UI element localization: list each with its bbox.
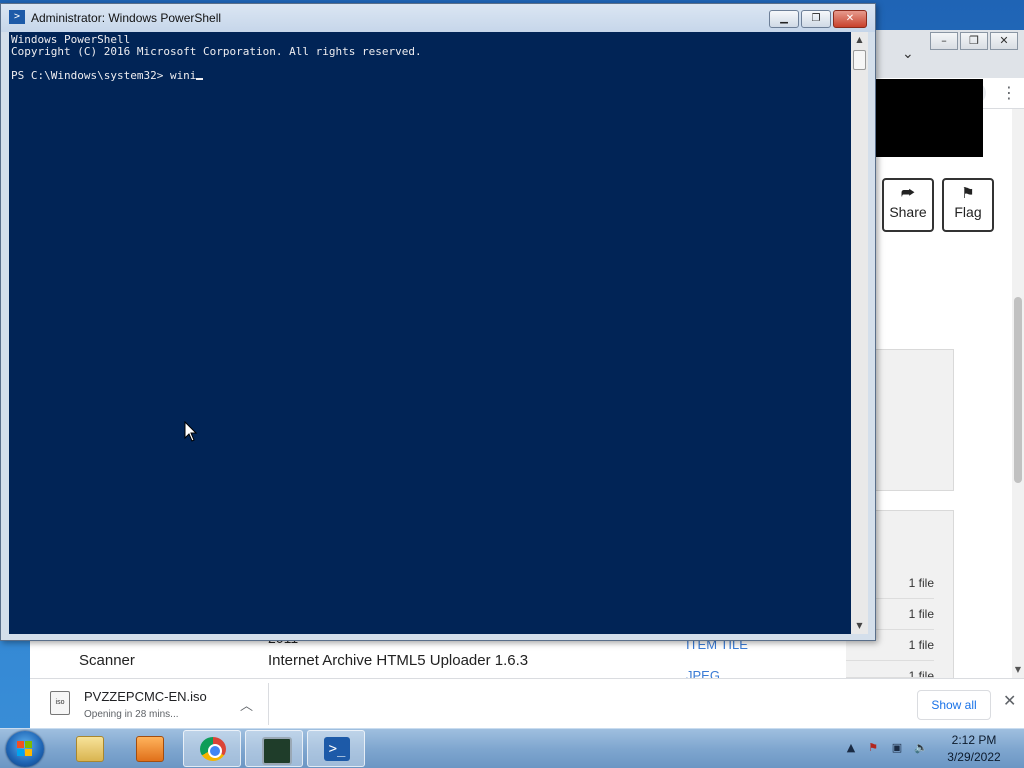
taskbar-media-player[interactable]	[120, 730, 178, 767]
download-item[interactable]: iso PVZZEPCMC-EN.iso Opening in 28 mins.…	[44, 685, 264, 723]
share-button[interactable]: ⮫ Share	[882, 178, 934, 232]
mouse-pointer-icon	[184, 421, 198, 442]
download-bar: iso PVZZEPCMC-EN.iso Opening in 28 mins.…	[30, 678, 1024, 729]
prompt-text: PS C:\Windows\system32> wini	[11, 69, 197, 82]
network-icon[interactable]: ▣	[890, 741, 904, 755]
restore-icon[interactable]: ❐	[960, 32, 988, 50]
menu-kebab-icon[interactable]: ⋮	[998, 82, 1020, 104]
clock-date[interactable]: 3/29/2022	[940, 750, 1008, 764]
powershell-icon: >_	[324, 737, 350, 761]
clock-time[interactable]: 2:12 PM	[940, 733, 1008, 747]
scroll-down-arrow-icon[interactable]: ▼	[851, 618, 868, 634]
taskbar-task-manager[interactable]	[245, 730, 303, 767]
taskbar: >_ ▲ ⚑ ▣ 🔈 2:12 PM 3/29/2022	[0, 728, 1024, 768]
download-filename: PVZZEPCMC-EN.iso	[84, 689, 207, 704]
folder-icon	[76, 736, 104, 762]
format-link-jpeg[interactable]: JPEG	[686, 668, 916, 678]
scroll-up-arrow-icon[interactable]: ▲	[851, 32, 868, 48]
start-button[interactable]	[6, 731, 44, 767]
flag-icon: ⚑	[961, 184, 975, 202]
show-hidden-icons-icon[interactable]: ▲	[844, 741, 858, 755]
page-scrollbar[interactable]: ▼	[1012, 109, 1024, 679]
share-label: Share	[889, 204, 927, 220]
minimize-icon[interactable]: –	[930, 32, 958, 50]
close-icon[interactable]: ✕	[833, 10, 867, 28]
divider	[268, 683, 269, 725]
show-all-button[interactable]: Show all	[917, 690, 991, 720]
text-cursor	[196, 78, 204, 80]
window-title: Administrator: Windows PowerShell	[31, 11, 222, 25]
restore-icon[interactable]: ❐	[801, 10, 831, 28]
share-icon: ⮫	[901, 184, 915, 202]
download-status: Opening in 28 mins...	[84, 709, 179, 720]
action-center-flag-icon[interactable]: ⚑	[866, 741, 880, 755]
console-scrollbar-thumb[interactable]	[853, 50, 866, 70]
metadata-label: Scanner	[79, 652, 135, 669]
chrome-icon	[200, 737, 226, 761]
powershell-titlebar[interactable]: > Administrator: Windows PowerShell ▁ ❐ …	[1, 4, 875, 32]
flag-button[interactable]: ⚑ Flag	[942, 178, 994, 232]
console-line: Copyright (C) 2016 Microsoft Corporation…	[11, 45, 422, 58]
powershell-window: > Administrator: Windows PowerShell ▁ ❐ …	[0, 3, 876, 641]
console-area[interactable]: Windows PowerShell Copyright (C) 2016 Mi…	[9, 32, 851, 634]
task-manager-icon	[262, 737, 292, 765]
chrome-center	[208, 744, 222, 758]
metadata-value: Internet Archive HTML5 Uploader 1.6.3	[268, 652, 529, 669]
chevron-up-icon[interactable]: ︿	[240, 695, 253, 714]
media-player-icon	[136, 736, 164, 762]
tab-search-chevron-icon[interactable]: ⌄	[902, 46, 914, 62]
taskbar-powershell[interactable]: >_	[307, 730, 365, 767]
console-scrollbar[interactable]: ▲ ▼	[851, 32, 868, 634]
page-scrollbar-thumb[interactable]	[1014, 297, 1022, 483]
scroll-down-arrow-icon[interactable]: ▼	[1012, 665, 1024, 674]
close-icon[interactable]: ✕	[1003, 691, 1016, 710]
close-icon[interactable]: ✕	[990, 32, 1018, 50]
powershell-icon[interactable]: >	[9, 10, 25, 24]
taskbar-file-explorer[interactable]	[60, 730, 118, 767]
iso-file-icon: iso	[50, 691, 70, 715]
taskbar-chrome[interactable]	[183, 730, 241, 767]
prompt-line[interactable]: PS C:\Windows\system32> wini	[11, 69, 204, 82]
volume-icon[interactable]: 🔈	[914, 741, 928, 755]
minimize-icon[interactable]: ▁	[769, 10, 799, 28]
flag-label: Flag	[954, 204, 982, 220]
windows-logo-icon	[17, 741, 33, 757]
